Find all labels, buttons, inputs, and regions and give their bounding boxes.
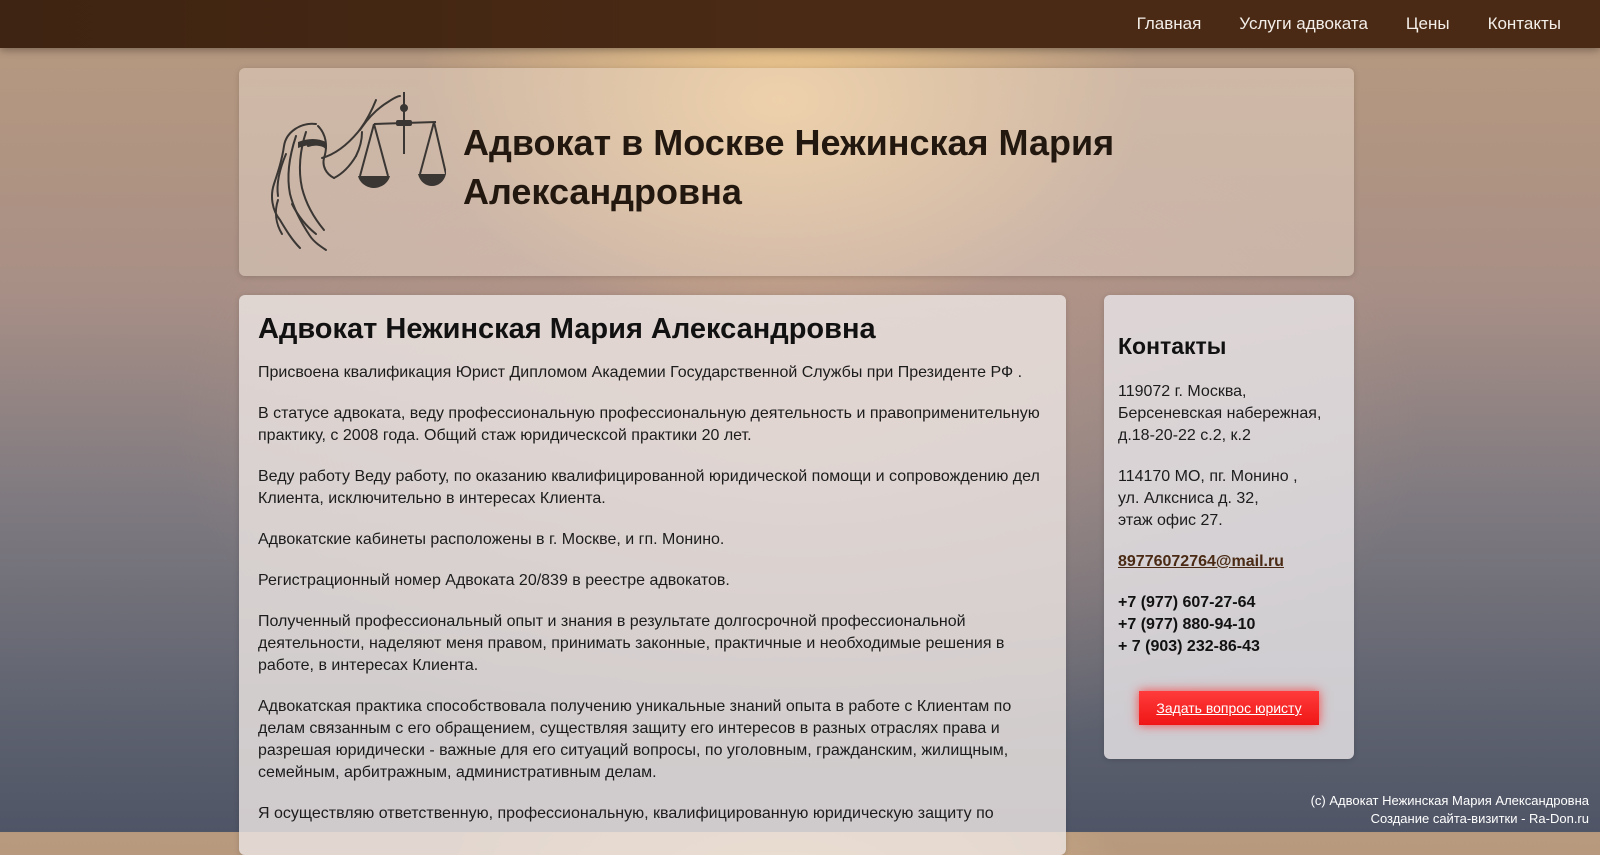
- nav-item-prices[interactable]: Цены: [1387, 0, 1469, 48]
- ask-lawyer-button[interactable]: Задать вопрос юристу: [1139, 691, 1319, 725]
- address-line: 114170 МО, пг. Монино ,: [1118, 468, 1298, 485]
- top-navigation-bar: Главная Услуги адвоката Цены Контакты: [0, 0, 1600, 48]
- paragraph-experience: Полученный профессиональный опыт и знани…: [258, 613, 1005, 674]
- paragraph-status: В статусе адвоката, веду профессиональну…: [258, 405, 1040, 444]
- email-link[interactable]: 89776072764@mail.ru: [1118, 553, 1284, 570]
- nav-item-home[interactable]: Главная: [1118, 0, 1221, 48]
- nav-item-services[interactable]: Услуги адвоката: [1220, 0, 1387, 48]
- paragraph-qualification: Присвоена квалификация Юрист Дипломом Ак…: [258, 364, 1023, 381]
- email: 89776072764@mail.ru: [1118, 551, 1340, 573]
- credit-text: Создание сайта-визитки - Ra-Don.ru: [1370, 811, 1589, 826]
- contacts-heading: Контакты: [1118, 333, 1227, 359]
- phone-number[interactable]: +7 (977) 607-27-64: [1118, 592, 1340, 614]
- main-content: Адвокат Нежинская Мария Александровна Пр…: [239, 295, 1066, 855]
- copyright-text: (c) Адвокат Нежинская Мария Александровн…: [1310, 793, 1589, 808]
- phone-number[interactable]: +7 (977) 880-94-10: [1118, 614, 1340, 636]
- phone-number[interactable]: + 7 (903) 232-86-43: [1118, 636, 1340, 658]
- contacts-sidebar: Контакты 119072 г. Москва, Берсеневская …: [1104, 295, 1354, 759]
- email-domain: @mail.ru: [1215, 553, 1284, 570]
- site-title: Адвокат в Москве Нежинская Мария Алексан…: [463, 122, 1115, 212]
- main-nav: Главная Услуги адвоката Цены Контакты: [1118, 0, 1580, 48]
- themis-scales-logo: [271, 92, 446, 251]
- paragraph-offices: Адвокатские кабинеты расположены в г. Мо…: [258, 531, 725, 548]
- footer: (c) Адвокат Нежинская Мария Александровн…: [1311, 792, 1589, 828]
- page-title: Адвокат Нежинская Мария Александровна: [258, 313, 876, 345]
- phone-list: +7 (977) 607-27-64 +7 (977) 880-94-10 + …: [1118, 592, 1340, 658]
- paragraph-practice: Адвокатская практика способствовала полу…: [258, 698, 1012, 781]
- email-user: 89776072764: [1118, 553, 1216, 570]
- address-moscow: 119072 г. Москва, Берсеневская набережна…: [1118, 381, 1340, 447]
- paragraph-registration: Регистрационный номер Адвоката 20/839 в …: [258, 572, 730, 589]
- address-line: Берсеневская набережная,: [1118, 405, 1322, 422]
- address-line: 119072 г. Москва,: [1118, 383, 1247, 400]
- paragraph-work: Веду работу Веду работу, по оказанию ква…: [258, 468, 1040, 507]
- site-header: Адвокат в Москве Нежинская Мария Алексан…: [239, 68, 1354, 276]
- address-monino: 114170 МО, пг. Монино , ул. Алксниса д. …: [1118, 466, 1340, 532]
- address-line: этаж офис 27.: [1118, 512, 1223, 529]
- address-line: ул. Алксниса д. 32,: [1118, 490, 1259, 507]
- address-line: д.18-20-22 с.2, к.2: [1118, 427, 1251, 444]
- paragraph-defense: Я осуществляю ответственную, профессиона…: [258, 805, 994, 822]
- nav-item-contacts[interactable]: Контакты: [1469, 0, 1580, 48]
